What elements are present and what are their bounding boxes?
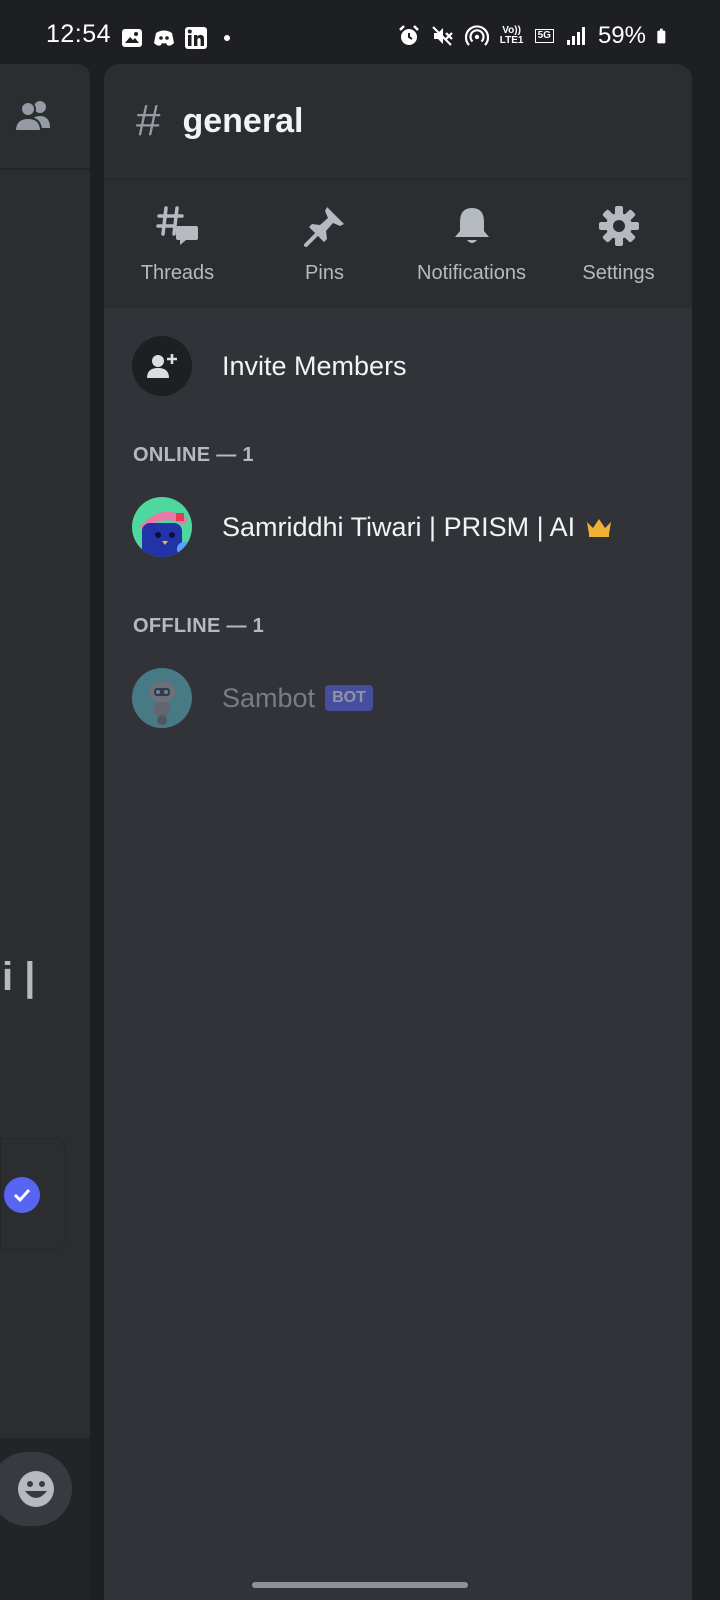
system-icons: Vo)) LTE1 5G 59% [397,22,672,50]
alarm-icon [398,25,419,45]
threads-icon [155,204,200,248]
crown-icon [585,516,613,538]
member-name-text: Samriddhi Tiwari | PRISM | AI [222,511,576,542]
settings-label: Settings [582,262,655,284]
pin-icon [303,204,347,248]
add-member-icon [132,336,192,396]
channel-actions: Threads Pins Notifications Settings [104,180,692,308]
channel-hash-icon: # [136,96,161,145]
hotspot-icon [464,25,489,46]
more-notifications-dot [224,35,230,41]
battery-percent: 59% [597,22,646,49]
background-chat-panel [0,64,90,1600]
channel-header: # general [104,64,692,180]
channel-title: general [182,101,304,140]
channel-member-drawer: # general Threads Pins Notifications Set… [104,64,692,1600]
members-icon[interactable] [14,98,54,134]
invite-members-label: Invite Members [222,350,407,381]
battery-icon [657,28,666,44]
threads-label: Threads [140,262,215,284]
avatar [132,668,192,728]
background-message-fragment: i | [2,955,36,999]
bot-badge: BOT [325,685,373,711]
home-indicator[interactable] [252,1582,468,1588]
pins-label: Pins [305,262,344,284]
mute-icon [431,26,453,46]
settings-button[interactable]: Settings [545,204,692,285]
gear-icon [597,204,641,248]
network-type: 5G [534,29,554,43]
checkmark-icon [4,1177,40,1213]
bell-icon [450,204,494,248]
member-row-offline[interactable]: Sambot BOT [104,668,692,728]
gallery-icon [122,29,142,47]
notifications-label: Notifications [417,262,526,284]
notifications-button[interactable]: Notifications [398,204,545,285]
volte-indicator: Vo)) LTE1 [499,25,524,46]
threads-button[interactable]: Threads [104,204,251,285]
linkedin-icon [185,27,207,49]
member-row-online[interactable]: Samriddhi Tiwari | PRISM | AI [104,497,692,557]
discord-icon [154,30,174,46]
emoji-icon [18,1471,54,1507]
pins-button[interactable]: Pins [251,204,398,285]
notification-icons [120,26,230,50]
member-name: Sambot BOT [222,683,373,714]
background-divider [0,168,90,170]
emoji-button[interactable] [0,1452,72,1526]
status-time: 12:54 [46,20,112,48]
avatar [132,497,192,557]
member-name: Samriddhi Tiwari | PRISM | AI [222,512,613,543]
member-name-text: Sambot [222,682,316,713]
offline-section-header: OFFLINE — 1 [133,615,265,637]
signal-icon [566,27,585,45]
invite-members-button[interactable]: Invite Members [104,308,692,396]
online-section-header: ONLINE — 1 [133,444,254,466]
